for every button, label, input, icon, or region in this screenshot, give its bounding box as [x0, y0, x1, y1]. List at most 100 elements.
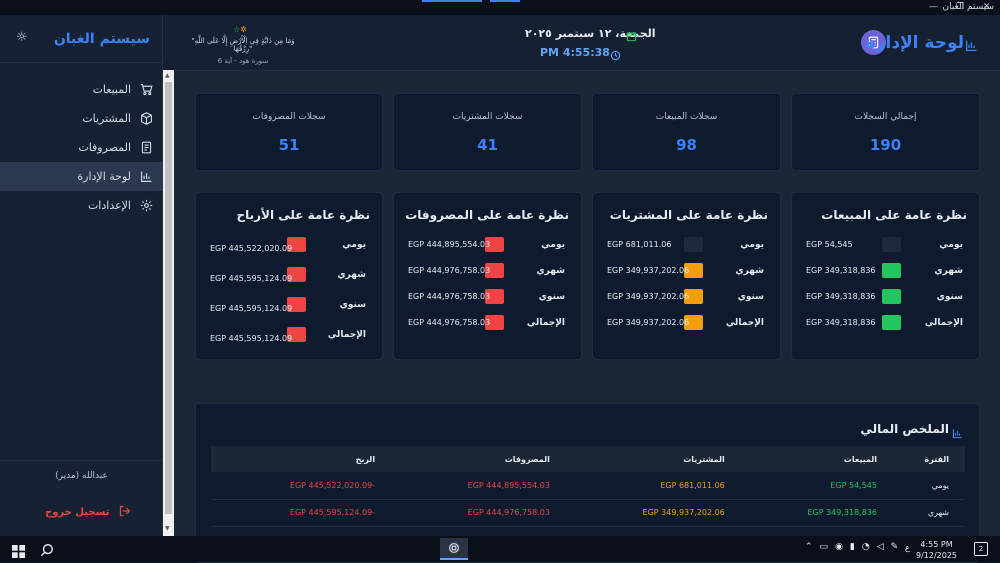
volume-icon[interactable]: ◁	[877, 542, 884, 552]
row-label: شهري	[735, 266, 764, 276]
cell-profit: -EGP 445,522,020.09	[211, 472, 392, 500]
column-header[interactable]: المبيعات	[740, 446, 893, 472]
overview-row: سنوي EGP 445,595,124.09	[196, 296, 382, 316]
pen-icon[interactable]: ✎	[891, 542, 899, 552]
camera-icon[interactable]: ◉	[835, 542, 843, 552]
color-swatch	[684, 237, 703, 252]
verse-text: "وَمَا مِن دَابَّةٍ فِي الْأَرْضِ إِلَّا…	[191, 37, 295, 53]
vertical-scrollbar[interactable]: ▲ ▼	[163, 70, 174, 536]
overview-row: يومي EGP 445,522,020.09	[196, 236, 382, 256]
divider	[0, 62, 163, 63]
stat-label: إجمالي السجلات	[854, 112, 917, 122]
row-label: يومي	[740, 240, 764, 250]
notification-badge[interactable]: 2	[974, 542, 988, 556]
box-icon	[139, 112, 153, 126]
table-row[interactable]: شهري EGP 349,318,836 EGP 349,937,202.06 …	[211, 499, 965, 527]
minimize-icon[interactable]: —	[920, 0, 947, 15]
language-indicator[interactable]: ع	[905, 543, 910, 552]
taskbar-clock[interactable]: 4:55 PM 9/12/2025	[916, 539, 957, 561]
stat-card-total: إجمالي السجلات 190	[791, 93, 980, 171]
color-swatch	[882, 263, 901, 278]
row-value: EGP 681,011.06	[607, 240, 672, 249]
cell-sales: EGP 349,318,836	[740, 499, 893, 527]
overview-title: نظرة عامة على المشتريات	[609, 208, 768, 222]
sidebar-item-dashboard[interactable]: لوحة الإدارة	[0, 162, 163, 191]
overview-title: نظرة عامة على المبيعات	[821, 208, 967, 222]
overview-row: يومي EGP 54,545	[792, 236, 979, 256]
page-title: لوحة الإدارة	[865, 33, 964, 53]
row-label: شهري	[337, 270, 366, 280]
taskbar-app-icon[interactable]	[440, 538, 468, 560]
row-value: EGP 445,595,124.09	[210, 274, 293, 283]
sidebar-item-purchases[interactable]: المشتريات	[0, 104, 163, 133]
taskbar: ⌃ ▭ ◉ ▮ ◔ ◁ ✎ ع 4:55 PM 9/12/2025 2	[0, 536, 1000, 562]
brand-title: سيستم الغبان	[53, 31, 150, 47]
color-swatch	[882, 315, 901, 330]
scroll-up-icon[interactable]: ▲	[165, 72, 170, 79]
scroll-down-icon[interactable]: ▼	[165, 525, 170, 532]
chevron-up-icon[interactable]: ⌃	[805, 542, 813, 552]
column-header[interactable]: الفترة	[892, 446, 965, 472]
search-icon[interactable]	[40, 542, 54, 561]
current-time: PM 4:55:38	[540, 46, 610, 59]
table-row[interactable]: يومي EGP 54,545 EGP 681,011.06 EGP 444,8…	[211, 472, 965, 500]
screen-icon[interactable]: ▭	[820, 542, 829, 552]
row-value: EGP 349,937,202.06	[607, 318, 690, 327]
row-label: سنوي	[737, 292, 764, 302]
stat-value: 190	[869, 136, 902, 154]
row-label: يومي	[541, 240, 565, 250]
row-value: EGP 349,318,836	[806, 318, 876, 327]
scroll-thumb[interactable]	[165, 82, 172, 514]
verse-reference: سورة هود - آية 6	[217, 57, 269, 65]
windows-start-icon[interactable]	[12, 543, 25, 562]
overview-card-sales: نظرة عامة على المبيعات يومي EGP 54,545 شه…	[791, 192, 980, 360]
cell-purchases: EGP 349,937,202.06	[565, 499, 741, 527]
window-controls: — ❐ ✕	[920, 0, 1000, 15]
overview-card-expenses: نظرة عامة على المصروفات يومي EGP 444,895,…	[393, 192, 582, 360]
stat-label: سجلات المبيعات	[655, 112, 718, 122]
sidebar-item-settings[interactable]: الإعدادات	[0, 191, 163, 220]
row-value: EGP 445,595,124.09	[210, 334, 293, 343]
stat-card-sales: سجلات المبيعات 98	[592, 93, 781, 171]
title-bar: سيستم الغبان — ❐ ✕	[0, 0, 1000, 15]
battery-icon[interactable]: ▮	[850, 542, 855, 552]
close-icon[interactable]: ✕	[973, 0, 1000, 15]
column-header[interactable]: المشتريات	[565, 446, 741, 472]
divider	[0, 460, 163, 461]
tab-indicator	[490, 0, 520, 2]
system-tray: ⌃ ▭ ◉ ▮ ◔ ◁ ✎	[805, 542, 898, 552]
stat-value: 41	[477, 136, 498, 154]
clock-date: 9/12/2025	[916, 551, 958, 560]
cell-sales: EGP 54,545	[740, 472, 893, 500]
overview-row: يومي EGP 444,895,554.03	[394, 236, 581, 256]
sidebar-item-label: المصروفات	[78, 141, 131, 154]
stat-label: سجلات المشتريات	[452, 112, 523, 122]
color-swatch	[882, 289, 901, 304]
maximize-icon[interactable]: ❐	[947, 0, 974, 15]
sidebar-item-sales[interactable]: المبيعات	[0, 75, 163, 104]
header: "وَمَا مِن دَابَّةٍ فِي الْأَرْضِ إِلَّا…	[163, 15, 1000, 71]
row-label: شهري	[536, 266, 565, 276]
table-header-row: الفترة المبيعات المشتريات المصروفات الرب…	[211, 446, 965, 472]
sidebar-nav: المبيعات المشتريات المصروفات لوحة الإدار…	[0, 75, 163, 220]
overview-row: سنوي EGP 444,976,758.03	[394, 288, 581, 308]
overview-row: الإجمالي EGP 445,595,124.09	[196, 326, 382, 346]
row-value: EGP 349,937,202.06	[607, 292, 690, 301]
sidebar-item-label: الإعدادات	[87, 199, 131, 212]
row-value: EGP 444,976,758.03	[408, 292, 491, 301]
calendar-icon	[626, 27, 637, 46]
column-header[interactable]: الربح	[211, 446, 392, 472]
tab-indicator	[422, 0, 482, 2]
sidebar-item-expenses[interactable]: المصروفات	[0, 133, 163, 162]
theme-toggle-sun-icon[interactable]: ☼	[16, 30, 28, 45]
cell-expenses: EGP 444,976,758.03	[391, 499, 566, 527]
wifi-icon[interactable]: ◔	[862, 542, 870, 552]
row-label: سنوي	[538, 292, 565, 302]
row-value: EGP 349,937,202.06	[607, 266, 690, 275]
cell-expenses: EGP 444,895,554.03	[391, 472, 566, 500]
logout-button[interactable]: تسجيل خروج	[45, 505, 131, 520]
row-label: الإجمالي	[924, 318, 963, 328]
overview-row: شهري EGP 349,937,202.06	[593, 262, 780, 282]
column-header[interactable]: المصروفات	[391, 446, 566, 472]
row-label: الإجمالي	[725, 318, 764, 328]
